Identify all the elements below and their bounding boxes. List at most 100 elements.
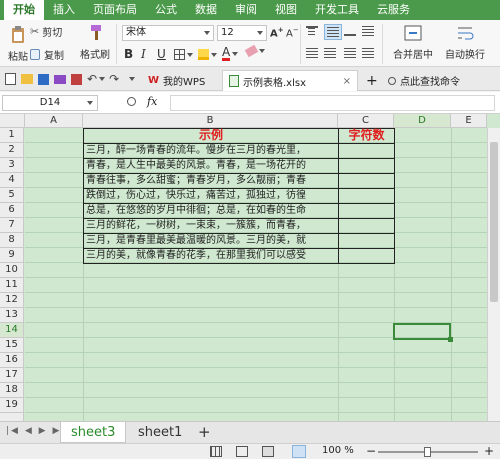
row-header[interactable]: 1 [0,128,24,143]
font-size-select[interactable]: 12 [217,25,267,41]
zoom-out-button[interactable]: − [366,444,376,458]
row-header[interactable]: 11 [0,278,24,293]
tab-my-wps[interactable]: W 我的WPS [142,70,211,91]
chevron-down-icon[interactable] [99,77,106,81]
new-tab-button[interactable]: + [360,70,384,91]
page-break-icon[interactable] [262,446,274,457]
shrink-font-button[interactable]: A− [286,26,299,39]
grow-font-button[interactable]: A+ [270,26,284,39]
bold-button[interactable]: B [124,47,133,61]
cut-button[interactable]: ✂ 剪切 [30,24,62,39]
menu-insert[interactable]: 插入 [44,0,84,20]
cell-b1-title[interactable]: 示例 [84,128,338,143]
close-icon[interactable]: × [343,76,351,87]
name-box[interactable]: D14 [2,95,98,111]
menu-page-layout[interactable]: 页面布局 [84,0,146,20]
cell-b8[interactable]: 三月，是青春里最美最温暖的风景。三月的美，就 [83,233,338,248]
font-name-select[interactable]: 宋体 [122,25,214,41]
select-all-corner[interactable] [0,114,25,128]
row-header[interactable]: 19 [0,398,24,413]
auto-wrap-button[interactable]: 自动换行 [445,24,485,61]
border-button[interactable] [174,49,193,60]
format-painter-button[interactable]: 格式刷 [80,24,110,61]
column-header-b[interactable]: B [83,114,338,128]
add-sheet-button[interactable]: + [188,422,221,443]
vertical-scrollbar[interactable] [487,128,500,421]
page-layout-icon[interactable] [236,446,248,457]
save-icon[interactable] [38,73,49,85]
print-preview-icon[interactable] [71,73,82,85]
open-folder-icon[interactable] [21,74,33,84]
align-middle-button[interactable] [324,24,342,40]
menu-home[interactable]: 开始 [4,0,44,20]
menu-formulas[interactable]: 公式 [146,0,186,20]
align-center-button[interactable] [324,48,336,58]
print-icon[interactable] [54,74,66,84]
column-header-d[interactable]: D [394,114,451,128]
row-header[interactable]: 12 [0,293,24,308]
font-color-button[interactable]: A [222,46,239,61]
cell-b4[interactable]: 青春往事，多么甜蜜；青春岁月，多么靓丽；青春 [83,173,338,188]
row-header[interactable]: 10 [0,263,24,278]
menu-cloud[interactable]: 云服务 [368,0,419,20]
zoom-in-button[interactable]: + [484,444,494,458]
function-button[interactable]: fx [147,95,157,108]
italic-button[interactable]: I [141,47,146,61]
menu-review[interactable]: 审阅 [226,0,266,20]
scrollbar-thumb[interactable] [490,142,498,302]
row-header[interactable] [0,413,24,421]
cell-b5[interactable]: 跌倒过，伤心过，快乐过，痛苦过，孤独过，彷徨 [83,188,338,203]
formula-input[interactable] [170,95,495,111]
zoom-lens-icon[interactable] [127,97,136,106]
align-top-button[interactable] [306,26,318,36]
cell-b2[interactable]: 三月，醉一场青春的流年。慢步在三月的春光里， [83,143,338,158]
redo-icon[interactable]: ↷ [109,72,119,86]
row-header[interactable]: 5 [0,188,24,203]
reading-mode-icon[interactable] [292,445,306,458]
row-header[interactable]: 18 [0,383,24,398]
sheet-nav-buttons[interactable]: |◀ ◀ ▶ ▶| [6,426,66,436]
row-header[interactable]: 6 [0,203,24,218]
align-right-button[interactable] [344,48,356,58]
zoom-slider[interactable] [378,447,478,457]
row-header[interactable]: 4 [0,173,24,188]
prev-sheet-icon[interactable]: ◀ [25,426,34,436]
row-header[interactable]: 15 [0,338,24,353]
menu-view[interactable]: 视图 [266,0,306,20]
copy-button[interactable]: 复制 [30,47,64,62]
search-command[interactable]: 点此查找命令 [382,70,466,91]
row-header[interactable]: 13 [0,308,24,323]
cell-b6[interactable]: 总是，在悠悠的岁月中徘徊；总是，在如春的生命 [83,203,338,218]
align-left-button[interactable] [306,48,318,58]
cell-b3[interactable]: 青春，是人生中最美的风景。青春，是一场花开的 [83,158,338,173]
row-header[interactable]: 9 [0,248,24,263]
row-header[interactable]: 2 [0,143,24,158]
first-sheet-icon[interactable]: |◀ [6,426,20,436]
undo-icon[interactable]: ↶ [87,72,97,86]
row-header[interactable]: 14 [0,323,24,338]
zoom-slider-thumb[interactable] [424,447,431,457]
selected-cell-d14[interactable] [393,323,451,340]
column-header-c[interactable]: C [338,114,394,128]
row-header[interactable]: 3 [0,158,24,173]
menu-data[interactable]: 数据 [186,0,226,20]
align-bottom-button[interactable] [344,26,356,36]
menu-developer[interactable]: 开发工具 [306,0,368,20]
tab-sheet3[interactable]: sheet3 [60,422,127,443]
column-header-e[interactable]: E [451,114,487,128]
row-header[interactable]: 17 [0,368,24,383]
next-sheet-icon[interactable]: ▶ [39,426,48,436]
tab-sheet1[interactable]: sheet1 [128,422,192,443]
row-header[interactable]: 16 [0,353,24,368]
distribute-button[interactable] [362,48,374,58]
merge-center-button[interactable]: 合并居中 [393,24,433,61]
paste-button[interactable]: 粘贴 [8,26,28,63]
worksheet-grid[interactable]: A B C D E 1 2 3 4 5 6 7 8 9 10 11 12 13 14 15 16 17 18 19 … [0,114,500,421]
chevron-down-icon[interactable] [129,77,136,81]
clear-format-button[interactable] [244,44,265,58]
fill-handle[interactable] [448,337,453,342]
tab-document[interactable]: 示例表格.xlsx × [222,70,358,91]
wrap-indent-button[interactable] [362,26,374,36]
row-header[interactable]: 7 [0,218,24,233]
cell-b9[interactable]: 三月的美，就像青春的花季，在那里我们可以感受 [83,248,338,263]
